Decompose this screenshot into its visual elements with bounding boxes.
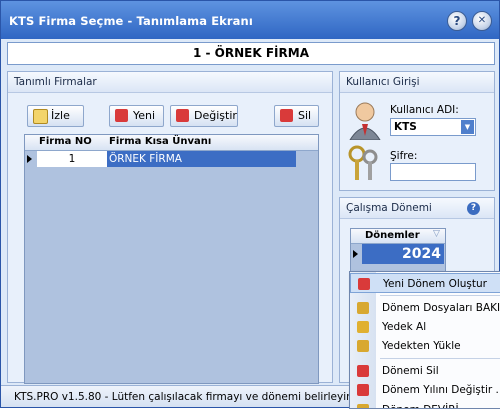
add-icon [115,109,128,122]
menu-item-label: Yeni Dönem Oluştur [383,278,487,290]
view-button[interactable]: İzle [27,105,84,127]
column-periods[interactable]: Dönemler [365,230,420,241]
chevron-down-icon[interactable]: ▼ [461,120,474,134]
menu-item-restore[interactable]: Yedekten Yükle [350,336,500,356]
user-value: KTS [394,121,417,133]
firms-table[interactable]: Firma NO Firma Kısa Ünvanı 1 ÖRNEK FİRMA [24,134,319,384]
backup-icon [357,321,369,333]
menu-item-delete-period[interactable]: Dönemi Sil [350,361,500,381]
change-button-label: Değiştir [194,109,237,122]
period-table-header: Dönemler ▽ [351,229,445,244]
change-icon [176,109,189,122]
user-icon [349,102,381,140]
keys-icon [348,145,378,180]
new-button[interactable]: Yeni [109,105,164,127]
menu-item-label: Yedek Al [382,321,427,333]
menu-item-label: Dönem Yılını Değiştir ... [382,384,500,396]
menu-item-label: Yedekten Yükle [382,340,461,352]
menu-separator [380,358,500,359]
firm-name-cell[interactable]: ÖRNEK FİRMA [107,151,296,167]
password-field[interactable] [390,163,476,181]
selected-firm-bar: 1 - ÖRNEK FİRMA [7,42,495,65]
period-year-cell[interactable]: 2024 [362,244,444,264]
add-icon [358,278,370,290]
menu-item-change-year[interactable]: Dönem Yılını Değiştir ... [350,380,500,400]
user-label: Kullanıcı ADI: [390,104,459,116]
view-icon [33,109,48,124]
firms-panel-title: Tanımlı Firmalar [8,72,332,93]
menu-separator [380,295,500,296]
column-firm-name[interactable]: Firma Kısa Ünvanı [109,136,211,147]
row-indicator-icon [353,250,358,258]
delete-button[interactable]: Sil [274,105,319,127]
menu-item-backup[interactable]: Yedek Al [350,317,500,337]
period-help-icon[interactable]: ? [467,202,480,215]
delete-button-label: Sil [298,109,312,122]
help-button[interactable]: ? [447,11,467,31]
menu-item-label: Dönemi Sil [382,365,439,377]
password-label: Şifre: [390,150,418,162]
change-button[interactable]: Değiştir [170,105,238,127]
restore-icon [357,340,369,352]
view-button-label: İzle [51,109,70,122]
column-firm-no[interactable]: Firma NO [39,136,92,147]
title-bar[interactable]: KTS Firma Seçme - Tanımlama Ekranı ? ✕ [1,1,499,39]
period-context-menu: Yeni Dönem Oluştur Dönem Dosyaları BAKIM… [349,271,500,409]
new-button-label: Yeni [133,109,156,122]
user-select[interactable]: KTS ▼ [390,118,476,136]
login-panel: Kullanıcı Girişi Kullanıcı ADI: KTS ▼ Şi… [339,71,495,191]
window-title: KTS Firma Seçme - Tanımlama Ekranı [9,14,253,28]
firm-no-cell[interactable]: 1 [37,151,108,167]
main-window: KTS Firma Seçme - Tanımlama Ekranı ? ✕ 1… [0,0,500,409]
menu-item-new-period[interactable]: Yeni Dönem Oluştur [350,273,500,293]
menu-item-maintenance[interactable]: Dönem Dosyaları BAKIMI [350,298,500,318]
delete-icon [280,109,293,122]
login-panel-title: Kullanıcı Girişi [340,72,494,93]
filter-icon[interactable]: ▽ [433,229,440,239]
close-button[interactable]: ✕ [472,11,492,31]
menu-item-label: Dönem Dosyaları BAKIMI [382,302,500,314]
transfer-icon [357,404,369,408]
table-row[interactable]: 1 ÖRNEK FİRMA [25,151,318,167]
firms-table-header: Firma NO Firma Kısa Ünvanı [25,135,318,151]
period-table[interactable]: Dönemler ▽ 2024 [350,228,446,272]
change-year-icon [357,384,369,396]
row-indicator-icon [27,155,32,163]
maintenance-icon [357,302,369,314]
delete-icon [357,365,369,377]
